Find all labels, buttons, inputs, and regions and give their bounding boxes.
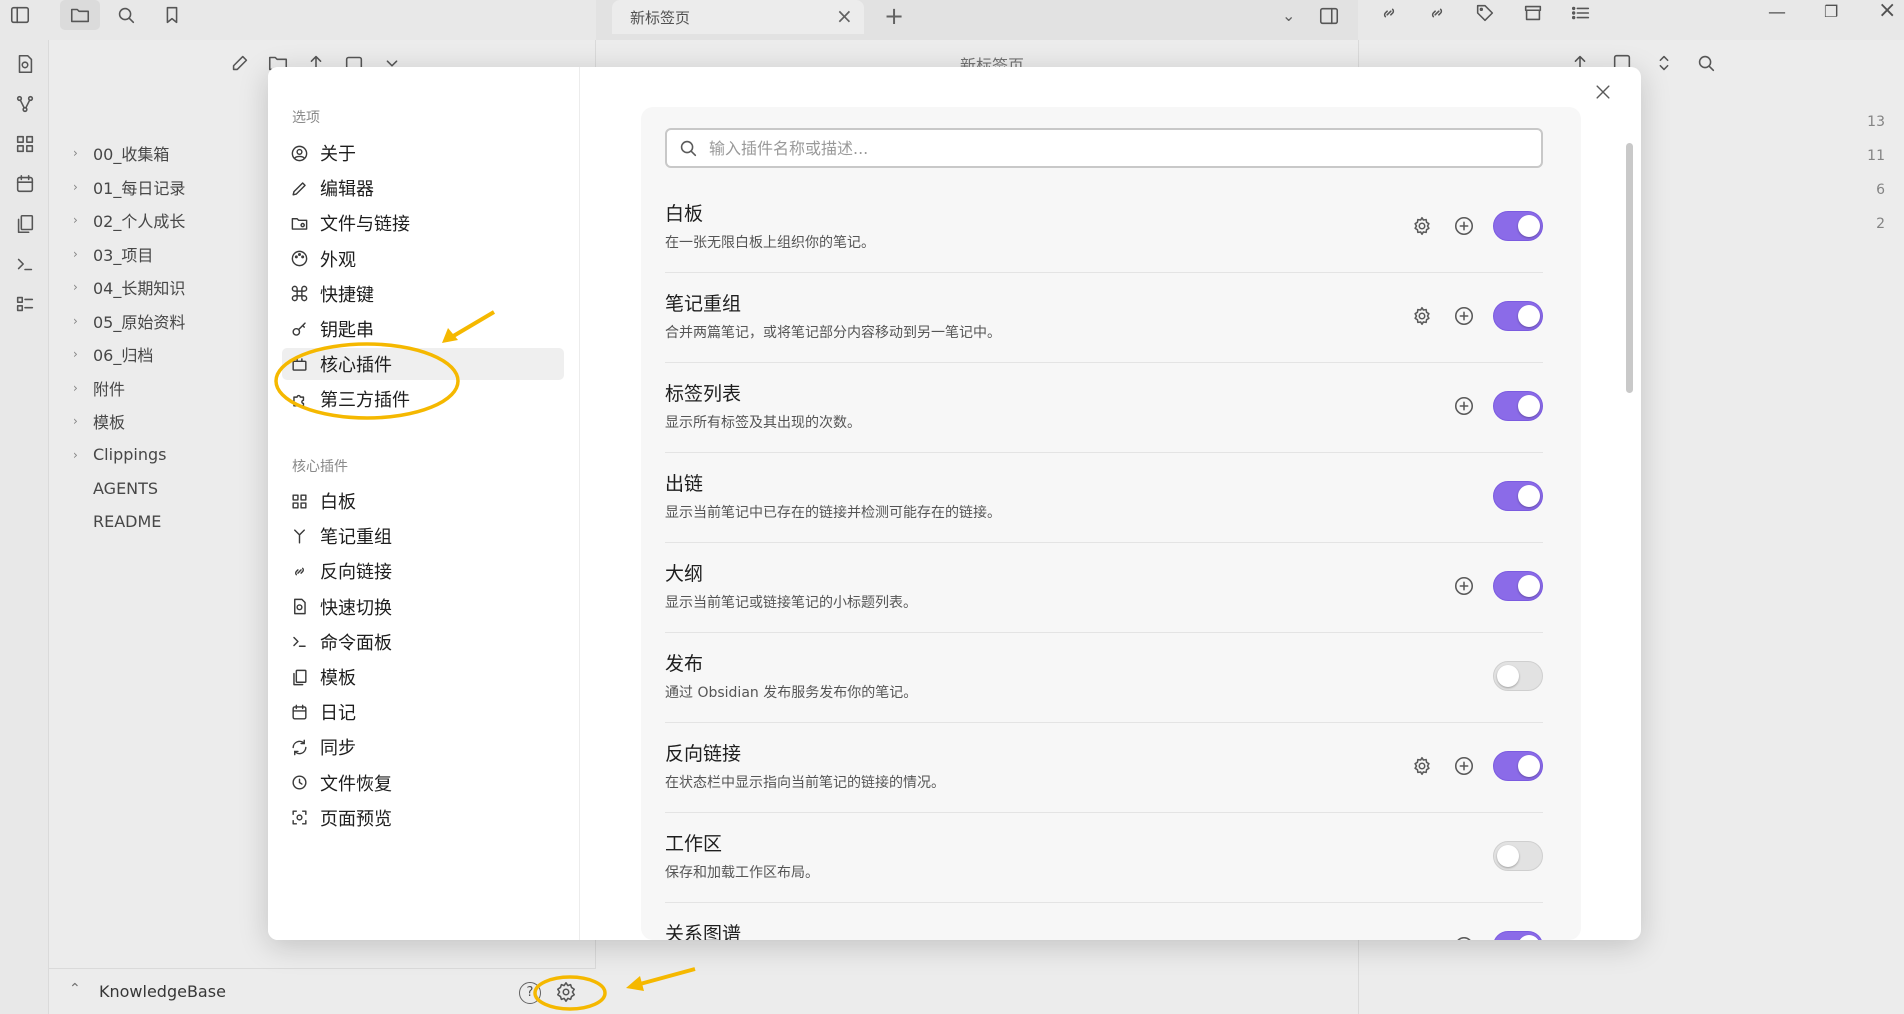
- annotation-arrow-sidebar: [448, 310, 496, 340]
- annotation-layer: [274, 310, 696, 1011]
- annotation-circle-settings: [533, 975, 607, 1011]
- annotation-arrow-settings: [639, 967, 696, 986]
- annotation-circle-core-plugins: [274, 342, 460, 420]
- annotation-arrowhead-settings: [626, 976, 644, 991]
